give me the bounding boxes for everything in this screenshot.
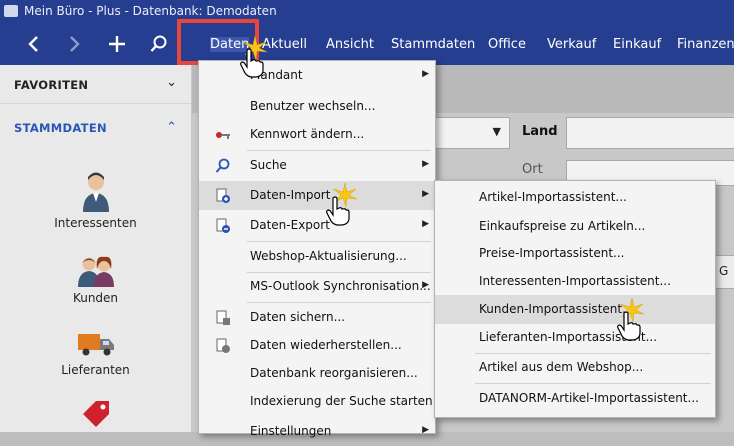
submenu-arrow-icon: ▶ [422, 219, 429, 229]
tag-icon [82, 401, 109, 427]
sidebar-item-interessenten[interactable]: Interessenten [0, 172, 191, 230]
forward-icon[interactable] [61, 31, 89, 57]
menu-item-label: Suche [250, 158, 287, 172]
stammdaten-label: STAMMDATEN [14, 121, 107, 135]
menu-item-label: Artikel aus dem Webshop... [479, 360, 644, 374]
menu-item-mandant[interactable]: Mandant ▶ [199, 61, 435, 90]
menu-item-label: Artikel-Importassistent... [479, 190, 627, 204]
menu-item-label: Daten wiederherstellen... [250, 338, 402, 352]
window-title: Mein Büro - Plus - Datenbank: Demodaten [24, 4, 277, 18]
menu-ansicht[interactable]: Ansicht [326, 37, 374, 52]
app-icon [4, 5, 18, 17]
sidebar: FAVORITEN ⌄ STAMMDATEN ⌃ Interessenten K… [0, 65, 192, 432]
hand-cursor-icon [326, 196, 350, 226]
import-submenu: Artikel-Importassistent... Einkaufspreis… [434, 180, 716, 418]
menu-aktuell[interactable]: Aktuell [262, 37, 307, 52]
menu-item-label: Kennwort ändern... [250, 127, 365, 141]
main-navbar: Daten Aktuell Ansicht Stammdaten Office … [0, 23, 734, 65]
import-icon [216, 188, 230, 203]
menu-item-label: Daten-Export [250, 218, 330, 232]
menu-verkauf[interactable]: Verkauf [547, 37, 596, 52]
export-icon [216, 218, 230, 233]
menu-item-daten-wiederherstellen[interactable]: Daten wiederherstellen... [199, 331, 435, 360]
sidebar-item-kunden[interactable]: Kunden [0, 255, 191, 305]
menu-item-label: Preise-Importassistent... [479, 246, 625, 260]
menu-stammdaten[interactable]: Stammdaten [391, 37, 475, 52]
submenu-item-webshop-artikel[interactable]: Artikel aus dem Webshop... [435, 353, 715, 382]
menu-item-label: MS-Outlook Synchronisation... [250, 279, 431, 293]
title-bar: Mein Büro - Plus - Datenbank: Demodaten [0, 0, 734, 23]
land-field[interactable] [566, 117, 734, 149]
menu-item-datenbank-reorganisieren[interactable]: Datenbank reorganisieren... [199, 359, 435, 388]
menu-item-label: Einstellungen [250, 424, 332, 438]
submenu-item-artikel-import[interactable]: Artikel-Importassistent... [435, 183, 715, 212]
sidebar-item-label: Kunden [72, 291, 119, 305]
menu-office[interactable]: Office [488, 37, 526, 52]
menu-item-label: Webshop-Aktualisierung... [250, 249, 407, 263]
menu-finanzen[interactable]: Finanzen [677, 37, 734, 52]
menu-item-webshop-aktualisierung[interactable]: Webshop-Aktualisierung... [199, 242, 435, 271]
menu-item-label: DATANORM-Artikel-Importassistent... [479, 391, 699, 405]
back-icon[interactable] [19, 31, 47, 57]
submenu-item-einkaufspreise[interactable]: Einkaufspreise zu Artikeln... [435, 212, 715, 241]
stammdaten-section[interactable]: STAMMDATEN ⌃ [0, 108, 191, 146]
restore-icon [216, 338, 230, 353]
menu-item-daten-sichern[interactable]: Daten sichern... [199, 303, 435, 332]
submenu-item-lieferanten-import[interactable]: Lieferanten-Importassistent... [435, 323, 715, 352]
menu-item-benutzer-wechseln[interactable]: Benutzer wechseln... [199, 92, 435, 121]
person-icon [82, 172, 109, 212]
truck-icon [77, 334, 114, 356]
customers-icon [77, 256, 114, 287]
submenu-arrow-icon: ▶ [422, 280, 429, 290]
sidebar-item-artikel[interactable] [0, 398, 191, 436]
submenu-item-interessenten-import[interactable]: Interessenten-Importassistent... [435, 267, 715, 296]
menu-item-label: Einkaufspreise zu Artikeln... [479, 219, 646, 233]
key-icon [216, 132, 230, 139]
sidebar-item-lieferanten[interactable]: Lieferanten [0, 331, 191, 377]
backup-icon [216, 310, 230, 325]
sidebar-item-label: Interessenten [54, 216, 137, 230]
menu-item-daten-import[interactable]: Daten-Import ▶ [199, 181, 435, 210]
daten-menu: Mandant ▶ Benutzer wechseln... Kennwort … [198, 60, 436, 438]
submenu-arrow-icon: ▶ [422, 159, 429, 169]
hand-cursor-icon [617, 311, 641, 341]
menu-einkauf[interactable]: Einkauf [613, 37, 661, 52]
submenu-item-kunden-import[interactable]: Kunden-Importassistent... [435, 295, 715, 324]
menu-item-label: Kunden-Importassistent... [479, 302, 634, 316]
menu-item-kennwort-aendern[interactable]: Kennwort ändern... [199, 120, 435, 149]
submenu-item-preise-import[interactable]: Preise-Importassistent... [435, 239, 715, 268]
submenu-item-datanorm-import[interactable]: DATANORM-Artikel-Importassistent... [435, 384, 715, 413]
menu-item-ms-outlook-sync[interactable]: MS-Outlook Synchronisation... ▶ [199, 272, 435, 301]
hand-cursor-icon [240, 48, 264, 78]
menu-item-label: Daten-Import [250, 188, 331, 202]
favorites-section[interactable]: FAVORITEN ⌄ [0, 65, 191, 104]
grid-column-label: G [719, 264, 729, 278]
menu-item-label: Interessenten-Importassistent... [479, 274, 671, 288]
ort-label: Ort [522, 162, 543, 177]
chevron-down-icon[interactable]: ⌄ [166, 75, 177, 90]
menu-item-daten-export[interactable]: Daten-Export ▶ [199, 211, 435, 240]
land-label: Land [522, 124, 558, 139]
menu-item-indexierung-starten[interactable]: Indexierung der Suche starten [199, 387, 435, 416]
submenu-arrow-icon: ▶ [422, 425, 429, 435]
menu-item-label: Indexierung der Suche starten [250, 394, 433, 408]
chevron-down-icon: ▼ [492, 125, 501, 138]
submenu-arrow-icon: ▶ [422, 189, 429, 199]
menu-item-label: Benutzer wechseln... [250, 99, 376, 113]
sidebar-item-label: Lieferanten [61, 363, 130, 377]
chevron-up-icon[interactable]: ⌃ [166, 120, 177, 135]
menu-item-label: Datenbank reorganisieren... [250, 366, 418, 380]
submenu-arrow-icon: ▶ [422, 69, 429, 79]
search-icon[interactable] [145, 31, 173, 57]
plus-icon[interactable] [103, 31, 131, 57]
search-icon [215, 158, 230, 173]
menu-item-label: Daten sichern... [250, 310, 346, 324]
menu-item-suche[interactable]: Suche ▶ [199, 151, 435, 180]
favorites-label: FAVORITEN [14, 78, 89, 92]
